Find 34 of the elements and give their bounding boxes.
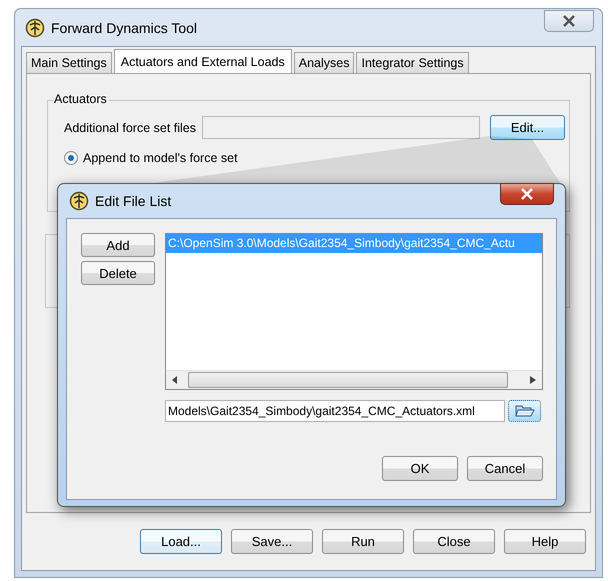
window-title: Forward Dynamics Tool <box>51 20 198 36</box>
scroll-thumb[interactable] <box>188 372 508 388</box>
list-button[interactable]: Add <box>81 233 155 257</box>
browse-button[interactable] <box>508 400 541 422</box>
close-button[interactable] <box>500 183 554 205</box>
edit-button[interactable]: Edit... <box>490 115 566 140</box>
dialog-button[interactable]: OK <box>382 456 458 481</box>
dialog-button[interactable]: Cancel <box>467 456 543 481</box>
horizontal-scrollbar[interactable] <box>166 370 542 389</box>
close-icon <box>520 188 534 200</box>
input-field[interactable] <box>202 116 480 139</box>
scroll-left-icon[interactable] <box>172 376 178 384</box>
path-field[interactable]: Models\Gait2354_Simbody\gait2354_CMC_Actuators.xml <box>165 400 505 422</box>
scroll-right-icon[interactable] <box>530 376 536 384</box>
radio-label: Append to model's force set <box>83 151 238 165</box>
app-logo-icon <box>25 18 45 38</box>
group-title: Actuators <box>52 92 109 106</box>
dialog-button[interactable]: Close <box>413 529 495 554</box>
tab[interactable]: Main Settings <box>26 52 112 73</box>
list-button[interactable]: Delete <box>81 261 155 285</box>
radio-button[interactable] <box>64 151 78 165</box>
dialog-button[interactable]: Save... <box>231 529 313 554</box>
dialog-title: Edit File List <box>95 193 172 209</box>
field-label: Additional force set files <box>64 120 196 134</box>
tab[interactable]: Integrator Settings <box>356 52 469 73</box>
app-logo-icon <box>69 191 89 211</box>
close-icon <box>562 15 576 27</box>
tab[interactable]: Actuators and External Loads <box>114 49 292 73</box>
folder-icon <box>514 404 534 418</box>
tab[interactable]: Analyses <box>294 52 354 73</box>
close-button[interactable] <box>544 10 594 32</box>
dialog-button[interactable]: Run <box>322 529 404 554</box>
dialog-button[interactable]: Help <box>504 529 586 554</box>
dialog-button[interactable]: Load... <box>140 529 222 554</box>
